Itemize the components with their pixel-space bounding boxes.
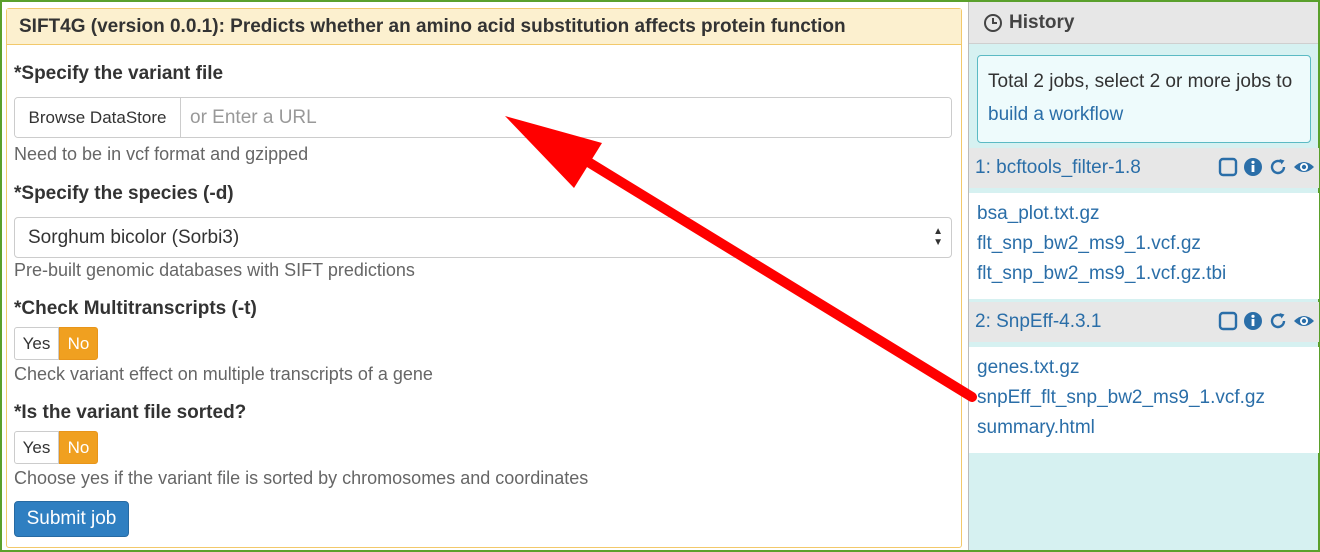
job-header-2: 2: SnpEff-4.3.1 — [969, 302, 1319, 342]
clock-icon — [984, 13, 1002, 32]
variant-file-help: Need to be in vcf format and gzipped — [14, 144, 309, 164]
file-link[interactable]: snpEff_flt_snp_bw2_ms9_1.vcf.gz — [969, 383, 1319, 413]
job-files-2: genes.txt.gz snpEff_flt_snp_bw2_ms9_1.vc… — [969, 347, 1319, 453]
info-icon[interactable] — [1243, 311, 1263, 331]
variant-file-input-group: Browse DataStore — [14, 97, 952, 138]
job-title-2[interactable]: 2: SnpEff-4.3.1 — [975, 311, 1101, 333]
job-header-1: 1: bcftools_filter-1.8 — [969, 148, 1319, 188]
job-actions-2 — [1218, 311, 1315, 331]
sorted-toggle: Yes No — [14, 431, 98, 464]
select-arrows-icon: ▲ ▼ — [933, 226, 943, 248]
file-link[interactable]: genes.txt.gz — [969, 353, 1319, 383]
sorted-label: *Is the variant file sorted? — [14, 402, 247, 423]
file-link[interactable]: bsa_plot.txt.gz — [969, 199, 1319, 229]
file-link[interactable]: flt_snp_bw2_ms9_1.vcf.gz.tbi — [969, 259, 1319, 289]
file-link[interactable]: summary.html — [969, 413, 1319, 443]
info-icon[interactable] — [1243, 157, 1263, 177]
multitranscripts-toggle: Yes No — [14, 327, 98, 360]
eye-icon[interactable] — [1293, 311, 1315, 331]
multitranscripts-label: *Check Multitranscripts (-t) — [14, 298, 257, 319]
refresh-icon[interactable] — [1268, 157, 1288, 177]
checkbox-icon[interactable] — [1218, 157, 1238, 177]
tool-form-panel: SIFT4G (version 0.0.1): Predicts whether… — [6, 8, 962, 548]
history-info-text: Total 2 jobs, select 2 or more jobs to — [988, 71, 1293, 92]
url-input[interactable] — [181, 98, 951, 137]
multitranscripts-no-button[interactable]: No — [59, 327, 98, 360]
refresh-icon[interactable] — [1268, 311, 1288, 331]
file-link[interactable]: flt_snp_bw2_ms9_1.vcf.gz — [969, 229, 1319, 259]
history-title: History — [1009, 11, 1075, 33]
sorted-yes-button[interactable]: Yes — [14, 431, 59, 464]
checkbox-icon[interactable] — [1218, 311, 1238, 331]
variant-file-label: *Specify the variant file — [14, 63, 224, 84]
browse-datastore-button[interactable]: Browse DataStore — [15, 98, 181, 137]
submit-job-button[interactable]: Submit job — [14, 501, 129, 537]
job-actions-1 — [1218, 157, 1315, 177]
job-files-1: bsa_plot.txt.gz flt_snp_bw2_ms9_1.vcf.gz… — [969, 193, 1319, 299]
history-header: History — [969, 2, 1318, 44]
multitranscripts-help: Check variant effect on multiple transcr… — [14, 364, 433, 384]
species-help: Pre-built genomic databases with SIFT pr… — [14, 260, 415, 280]
history-info-box: Total 2 jobs, select 2 or more jobs to b… — [977, 55, 1311, 143]
sorted-no-button[interactable]: No — [59, 431, 98, 464]
multitranscripts-yes-button[interactable]: Yes — [14, 327, 59, 360]
build-workflow-link[interactable]: build a workflow — [988, 104, 1123, 125]
history-sidebar: History Total 2 jobs, select 2 or more j… — [968, 2, 1319, 550]
tool-heading: SIFT4G (version 0.0.1): Predicts whether… — [7, 9, 961, 45]
eye-icon[interactable] — [1293, 157, 1315, 177]
sorted-help: Choose yes if the variant file is sorted… — [14, 468, 589, 488]
species-select[interactable]: Sorghum bicolor (Sorbi3) ▲ ▼ — [14, 217, 952, 258]
job-title-1[interactable]: 1: bcftools_filter-1.8 — [975, 157, 1141, 179]
species-label: *Specify the species (-d) — [14, 183, 234, 204]
species-selected-value: Sorghum bicolor (Sorbi3) — [28, 226, 240, 248]
